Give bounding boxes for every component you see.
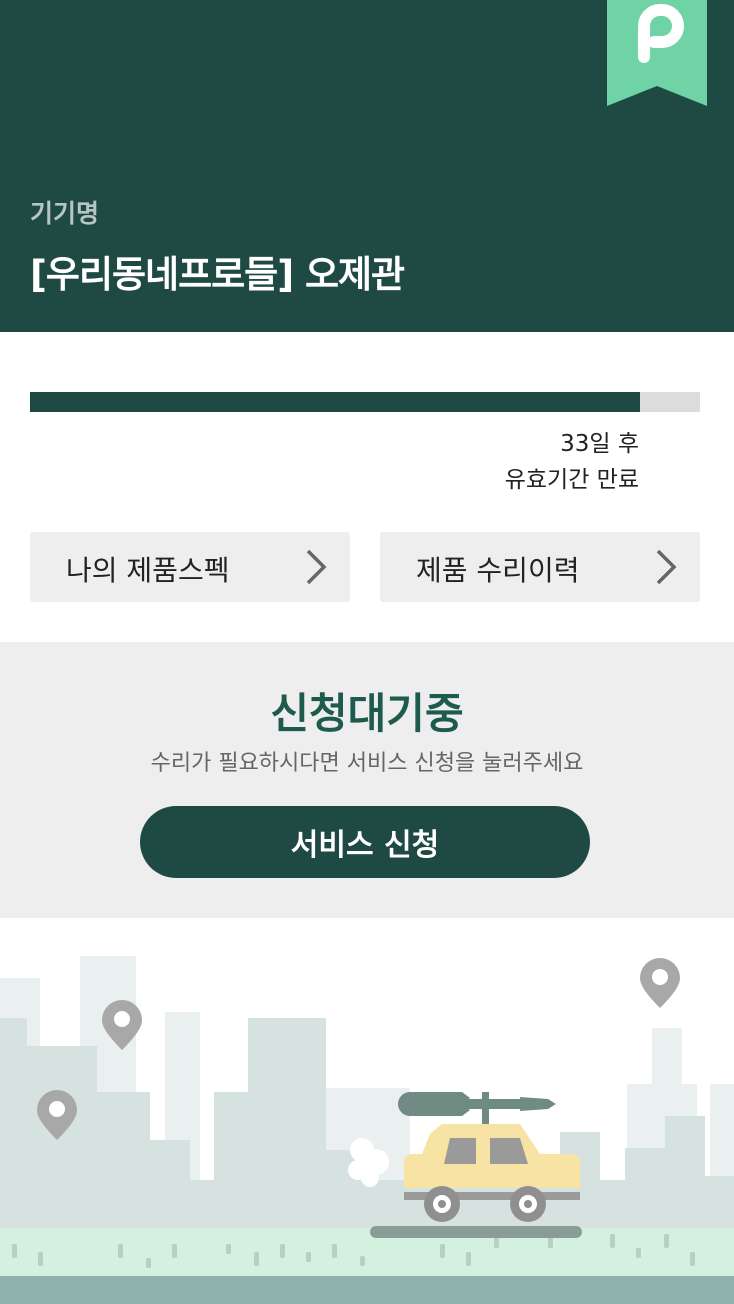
city-illustration <box>0 956 734 1304</box>
screwdriver-icon <box>398 1092 556 1126</box>
warranty-progress-bar <box>30 392 700 412</box>
warranty-progress-fill <box>30 392 640 412</box>
grass-ground <box>0 1228 734 1276</box>
chevron-right-icon <box>306 549 327 585</box>
service-status-section: 신청대기중 수리가 필요하시다면 서비스 신청을 눌러주세요 서비스 신청 <box>0 642 734 918</box>
service-request-button[interactable]: 서비스 신청 <box>140 806 590 878</box>
p-bookmark-icon <box>607 0 707 106</box>
chevron-right-icon <box>656 549 677 585</box>
device-label: 기기명 <box>30 199 100 228</box>
expiry-label: 유효기간 만료 <box>504 467 639 493</box>
days-remaining: 33일 후 <box>560 431 639 457</box>
repair-history-button[interactable]: 제품 수리이력 <box>380 532 700 602</box>
repair-history-label: 제품 수리이력 <box>416 554 580 587</box>
header: 기기명 [우리동네프로들] 오제관 <box>0 0 734 332</box>
my-product-spec-button[interactable]: 나의 제품스펙 <box>30 532 350 602</box>
my-product-spec-label: 나의 제품스펙 <box>66 554 230 587</box>
device-name: [우리동네프로들] 오제관 <box>30 253 405 296</box>
status-description: 수리가 필요하시다면 서비스 신청을 눌러주세요 <box>150 751 584 776</box>
status-title: 신청대기중 <box>270 689 464 738</box>
map-pin-icon <box>640 958 680 1008</box>
